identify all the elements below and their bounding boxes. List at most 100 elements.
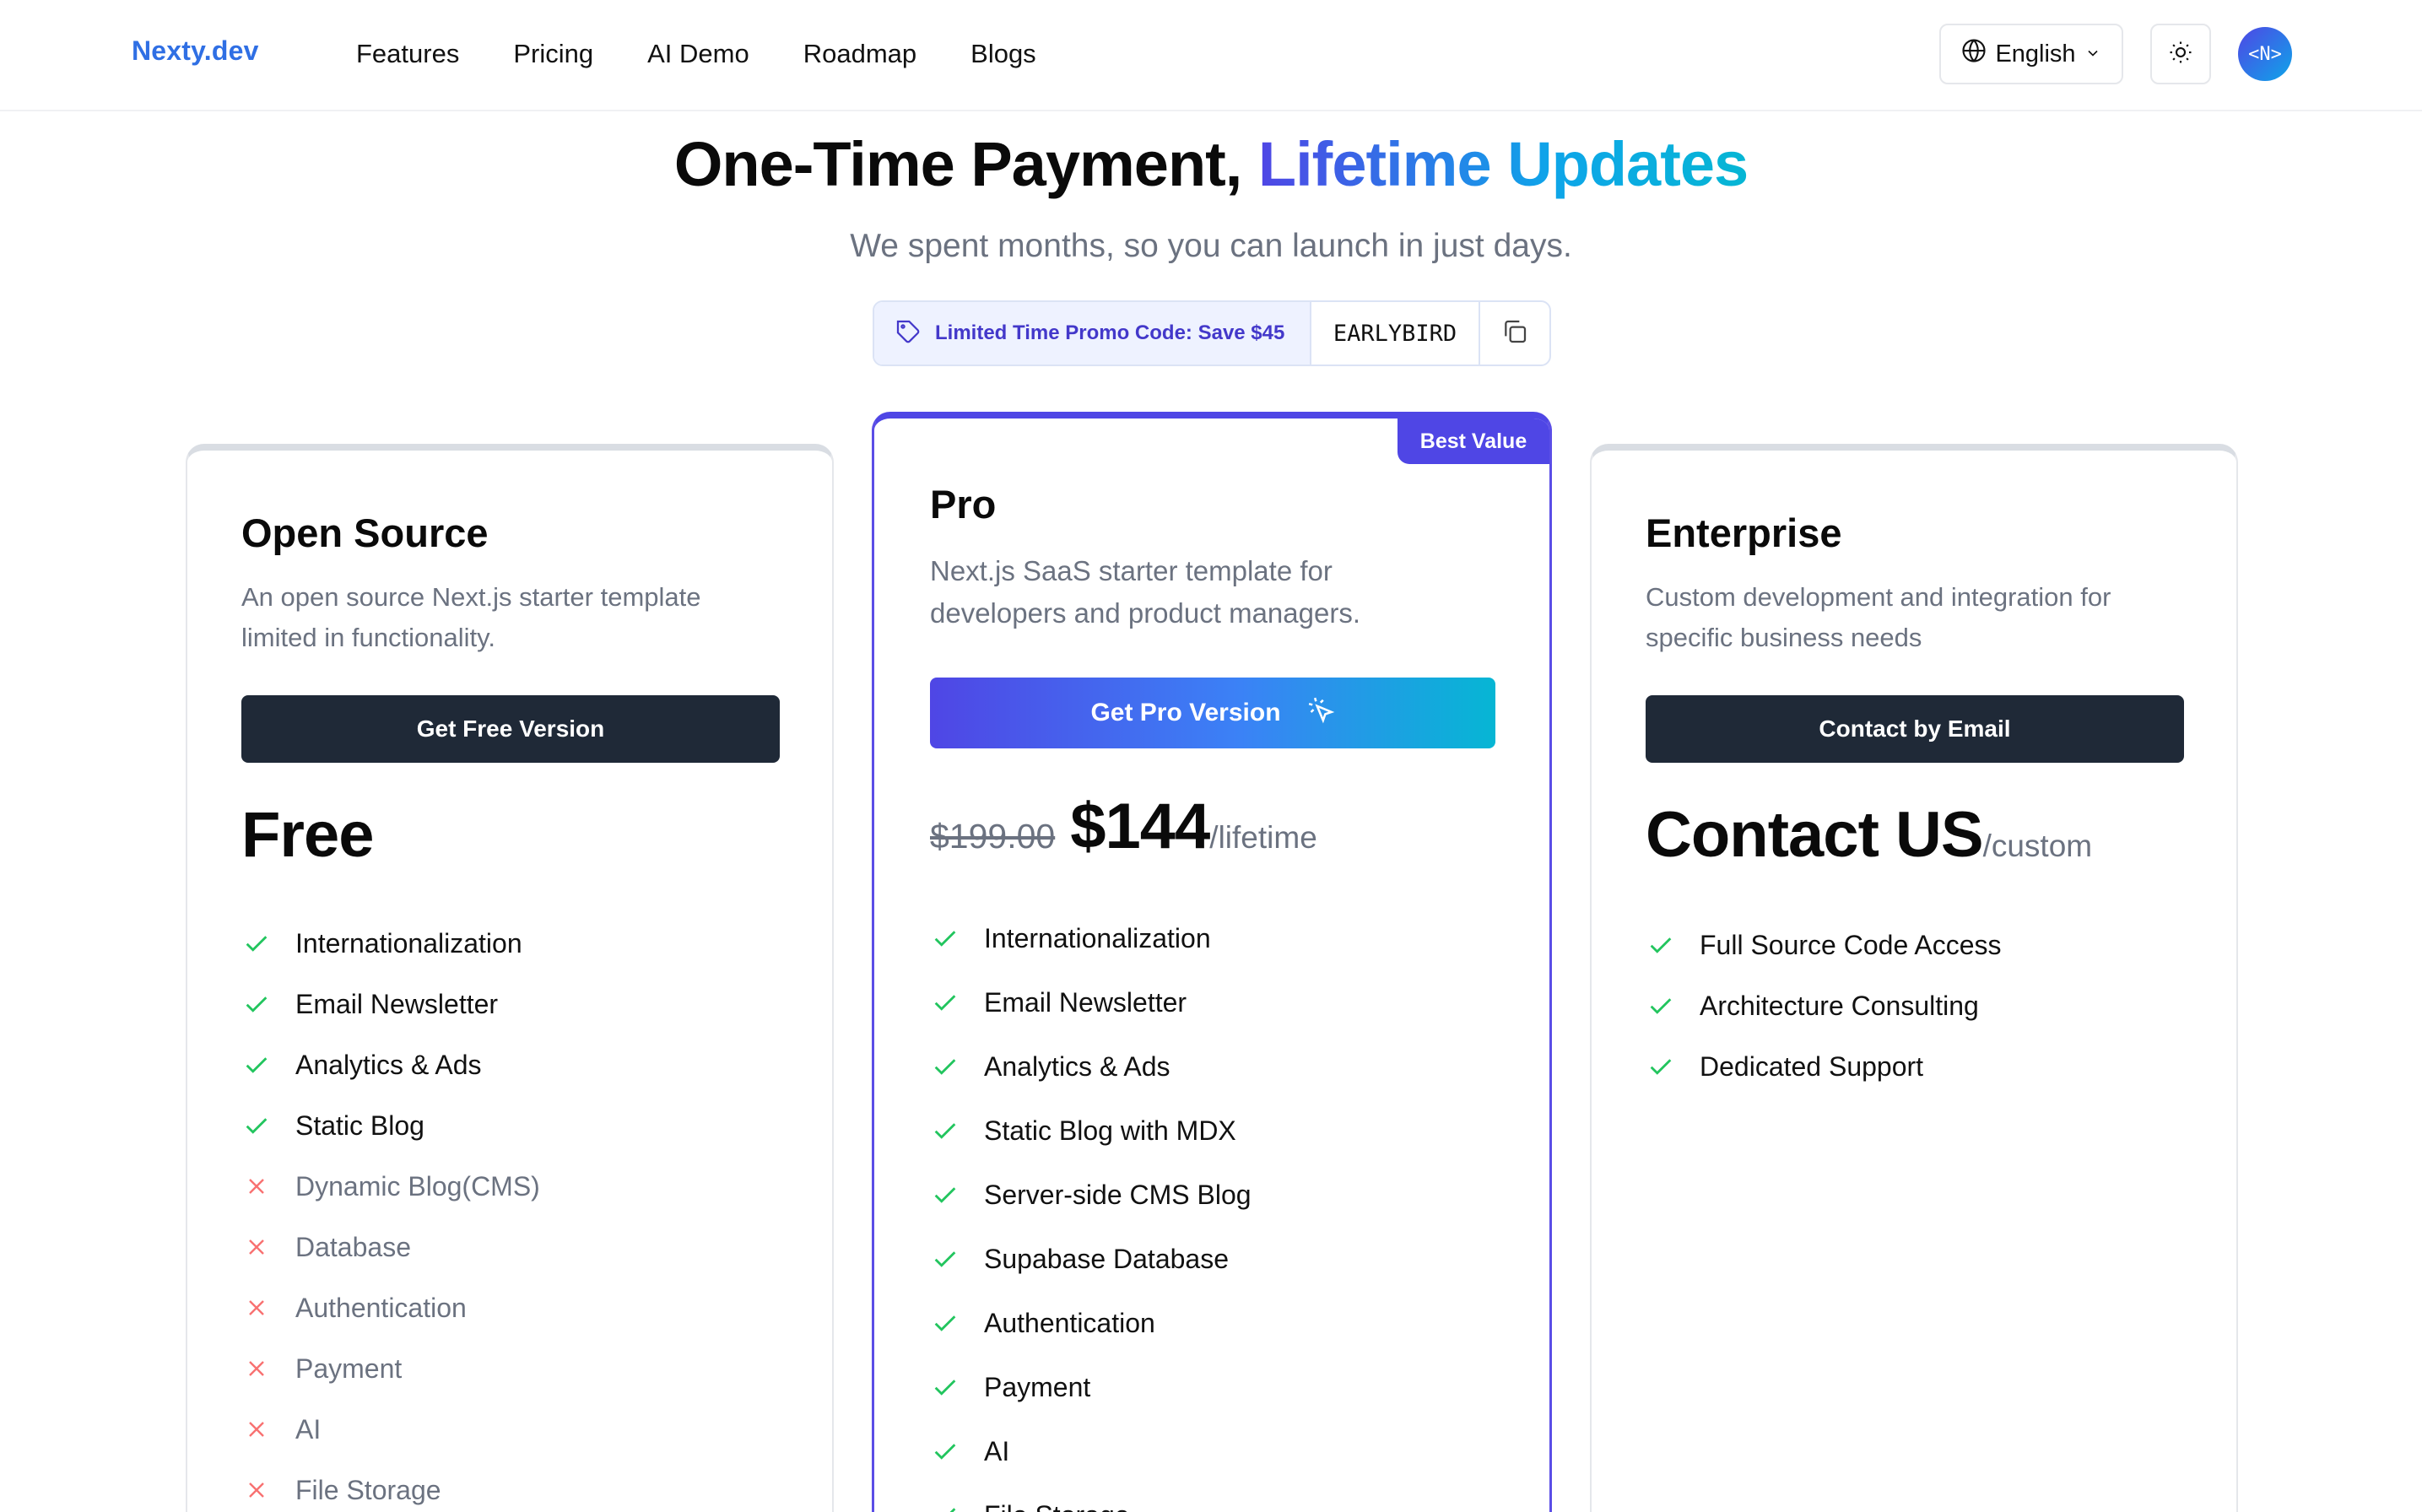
plan-price: Free — [241, 799, 375, 871]
feature-item: Dedicated Support — [1646, 1036, 2002, 1097]
feature-list: Internationalization Email Newsletter Anal… — [930, 906, 1252, 1512]
feature-item: Static Blog — [241, 1095, 540, 1156]
copy-code-button[interactable] — [1480, 302, 1549, 364]
feature-item: Payment — [241, 1338, 540, 1399]
get-free-version-button[interactable]: Get Free Version — [241, 695, 780, 763]
feature-label: Full Source Code Access — [1700, 929, 2002, 960]
feature-label: Analytics & Ads — [984, 1050, 1170, 1082]
feature-item: Internationalization — [930, 906, 1252, 970]
promo-code[interactable]: EARLYBIRD — [1311, 302, 1480, 364]
feature-item: File Storage — [241, 1460, 540, 1512]
feature-label: File Storage — [295, 1474, 441, 1505]
plan-price-row: $199.00 $144/lifetime — [930, 790, 1317, 863]
price-unit: /custom — [1982, 829, 2093, 863]
feature-item: Full Source Code Access — [1646, 915, 2002, 975]
language-select[interactable]: English — [1939, 24, 2123, 84]
feature-label: Dynamic Blog(CMS) — [295, 1170, 540, 1202]
feature-label: Static Blog — [295, 1110, 424, 1141]
check-icon — [241, 1110, 272, 1141]
plan-card-free: Open Source An open source Next.js start… — [186, 444, 834, 1512]
feature-item: Authentication — [930, 1291, 1252, 1355]
theme-toggle-button[interactable] — [2150, 24, 2211, 84]
x-icon — [241, 1232, 272, 1262]
feature-label: Email Newsletter — [984, 986, 1187, 1018]
user-avatar[interactable]: <N> — [2238, 27, 2292, 81]
feature-label: Internationalization — [984, 922, 1211, 953]
feature-item: Static Blog with MDX — [930, 1099, 1252, 1163]
x-icon — [241, 1414, 272, 1444]
feature-item: Database — [241, 1217, 540, 1277]
feature-label: File Storage — [984, 1500, 1130, 1512]
x-icon — [241, 1171, 272, 1202]
feature-item: Email Newsletter — [241, 974, 540, 1034]
contact-by-email-button[interactable]: Contact by Email — [1646, 695, 2184, 763]
page-subtitle: We spent months, so you can launch in ju… — [850, 228, 1572, 264]
check-icon — [1646, 1051, 1676, 1082]
feature-list: Internationalization Email Newsletter Anal… — [241, 913, 540, 1512]
feature-item: Analytics & Ads — [930, 1034, 1252, 1099]
language-label: English — [1995, 40, 2076, 68]
feature-label: Internationalization — [295, 927, 522, 958]
price-unit: /lifetime — [1209, 820, 1317, 855]
feature-label: Architecture Consulting — [1700, 990, 1979, 1021]
check-icon — [930, 1372, 960, 1402]
best-value-badge: Best Value — [1398, 418, 1549, 464]
plan-description-line1: An open source Next.js starter template — [241, 582, 701, 612]
nav-ai-demo[interactable]: AI Demo — [647, 37, 749, 71]
feature-item: Email Newsletter — [930, 970, 1252, 1034]
brand-logo[interactable]: Nexty.dev — [132, 35, 259, 67]
feature-label: Dedicated Support — [1700, 1050, 1924, 1082]
chevron-down-icon — [2084, 40, 2101, 68]
feature-label: AI — [295, 1413, 322, 1444]
feature-label: Static Blog with MDX — [984, 1115, 1236, 1146]
main-nav: Features Pricing AI Demo Roadmap Blogs — [356, 37, 1090, 71]
plan-title: Pro — [930, 482, 997, 526]
check-icon — [1646, 930, 1676, 960]
check-icon — [241, 989, 272, 1019]
feature-item: AI — [241, 1399, 540, 1460]
page-title: One-Time Payment, Lifetime Updates — [0, 128, 2422, 200]
title-gradient: Lifetime Updates — [1257, 129, 1749, 199]
button-label: Get Pro Version — [1090, 699, 1281, 726]
feature-item: Internationalization — [241, 913, 540, 974]
nav-features[interactable]: Features — [356, 37, 459, 71]
tag-icon — [895, 318, 922, 349]
x-icon — [241, 1293, 272, 1323]
x-icon — [241, 1353, 272, 1384]
check-icon — [1646, 991, 1676, 1021]
feature-label: Email Newsletter — [295, 988, 499, 1019]
feature-item: Supabase Database — [930, 1227, 1252, 1291]
check-icon — [930, 1500, 960, 1512]
plan-price: $144 — [1070, 791, 1210, 862]
check-icon — [930, 987, 960, 1018]
check-icon — [930, 1436, 960, 1466]
feature-label: Authentication — [295, 1292, 467, 1323]
promo-label: Limited Time Promo Code: Save $45 — [935, 321, 1285, 344]
check-icon — [930, 1244, 960, 1274]
plan-title: Enterprise — [1646, 510, 1842, 555]
feature-label: AI — [984, 1435, 1010, 1466]
title-plain: One-Time Payment, — [673, 129, 1243, 199]
feature-label: Supabase Database — [984, 1243, 1229, 1274]
check-icon — [241, 928, 272, 958]
feature-item: Authentication — [241, 1277, 540, 1338]
feature-item: Server-side CMS Blog — [930, 1163, 1252, 1227]
plan-card-pro: Best Value Pro Next.js SaaS starter temp… — [872, 412, 1552, 1512]
plan-description-line1: Next.js SaaS starter template for — [930, 555, 1333, 586]
promo-code-box: Limited Time Promo Code: Save $45 EARLYB… — [873, 300, 1551, 366]
check-icon — [930, 1115, 960, 1146]
feature-item: Payment — [930, 1355, 1252, 1419]
nav-blogs[interactable]: Blogs — [970, 37, 1036, 71]
sun-icon — [2168, 40, 2193, 69]
feature-item: File Storage — [930, 1483, 1252, 1512]
nav-pricing[interactable]: Pricing — [513, 37, 593, 71]
feature-label: Payment — [295, 1353, 403, 1384]
promo-label-area: Limited Time Promo Code: Save $45 — [874, 302, 1311, 364]
feature-item: Dynamic Blog(CMS) — [241, 1156, 540, 1217]
check-icon — [930, 1308, 960, 1338]
plan-description-line1: Custom development and integration for — [1646, 582, 2111, 612]
nav-roadmap[interactable]: Roadmap — [803, 37, 916, 71]
get-pro-version-button[interactable]: Get Pro Version — [930, 678, 1495, 748]
plan-title: Open Source — [241, 510, 489, 555]
plan-description-line2: developers and product managers. — [930, 597, 1360, 629]
